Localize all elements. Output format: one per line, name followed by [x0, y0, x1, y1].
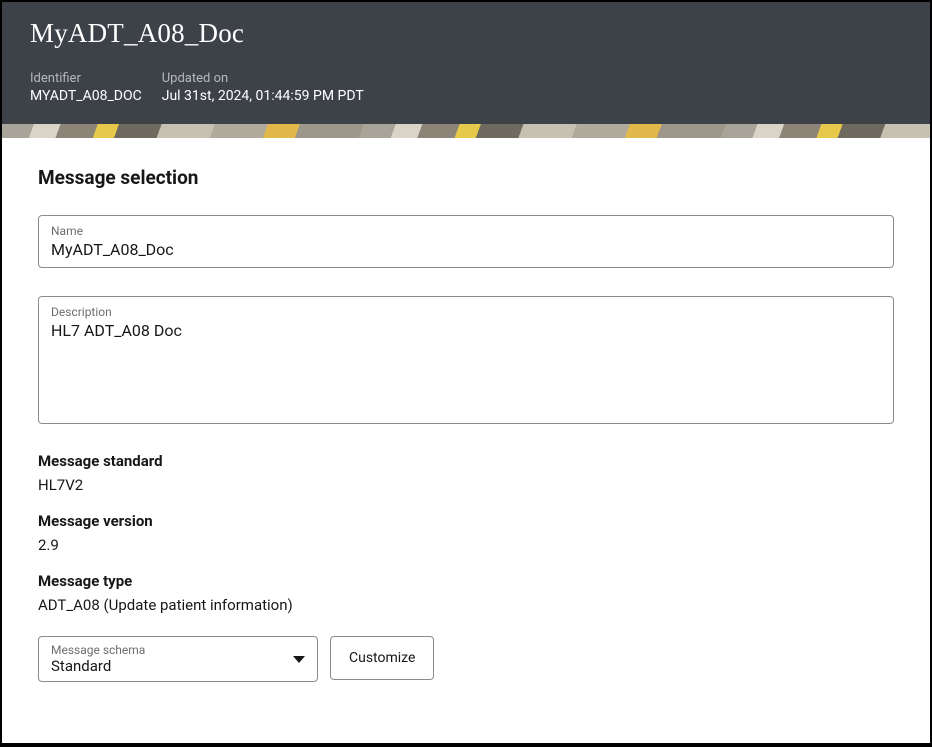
- message-standard-value: HL7V2: [38, 476, 894, 494]
- message-schema-value: Standard: [51, 657, 145, 675]
- schema-row: Message schema Standard Customize: [38, 636, 894, 682]
- window-frame: MyADT_A08_Doc Identifier MYADT_A08_DOC U…: [2, 2, 930, 743]
- name-input[interactable]: [51, 240, 881, 259]
- decorative-divider: [2, 124, 930, 138]
- identifier-block: Identifier MYADT_A08_DOC: [30, 71, 142, 104]
- message-type-value: ADT_A08 (Update patient information): [38, 596, 894, 614]
- message-version-value: 2.9: [38, 536, 894, 554]
- section-title: Message selection: [38, 166, 894, 189]
- chevron-down-icon: [293, 656, 305, 663]
- page-title: MyADT_A08_Doc: [30, 18, 902, 49]
- message-schema-label: Message schema: [51, 643, 145, 657]
- message-version-label: Message version: [38, 512, 894, 530]
- description-field-box[interactable]: Description: [38, 296, 894, 424]
- page-header: MyADT_A08_Doc Identifier MYADT_A08_DOC U…: [2, 2, 930, 124]
- updated-label: Updated on: [162, 71, 364, 86]
- description-field-label: Description: [51, 305, 881, 319]
- message-type-label: Message type: [38, 572, 894, 590]
- message-standard-block: Message standard HL7V2: [38, 452, 894, 494]
- identifier-label: Identifier: [30, 71, 142, 86]
- identifier-value: MYADT_A08_DOC: [30, 88, 142, 104]
- updated-value: Jul 31st, 2024, 01:44:59 PM PDT: [162, 88, 364, 104]
- content-area: Message selection Name Description Messa…: [2, 138, 930, 743]
- header-meta-row: Identifier MYADT_A08_DOC Updated on Jul …: [30, 71, 902, 104]
- name-field-label: Name: [51, 224, 881, 238]
- message-version-block: Message version 2.9: [38, 512, 894, 554]
- name-field-box[interactable]: Name: [38, 215, 894, 268]
- customize-button[interactable]: Customize: [330, 636, 434, 680]
- select-text-wrap: Message schema Standard: [51, 643, 145, 675]
- message-standard-label: Message standard: [38, 452, 894, 470]
- updated-block: Updated on Jul 31st, 2024, 01:44:59 PM P…: [162, 71, 364, 104]
- description-textarea[interactable]: [51, 321, 881, 411]
- message-type-block: Message type ADT_A08 (Update patient inf…: [38, 572, 894, 614]
- message-schema-select[interactable]: Message schema Standard: [38, 636, 318, 682]
